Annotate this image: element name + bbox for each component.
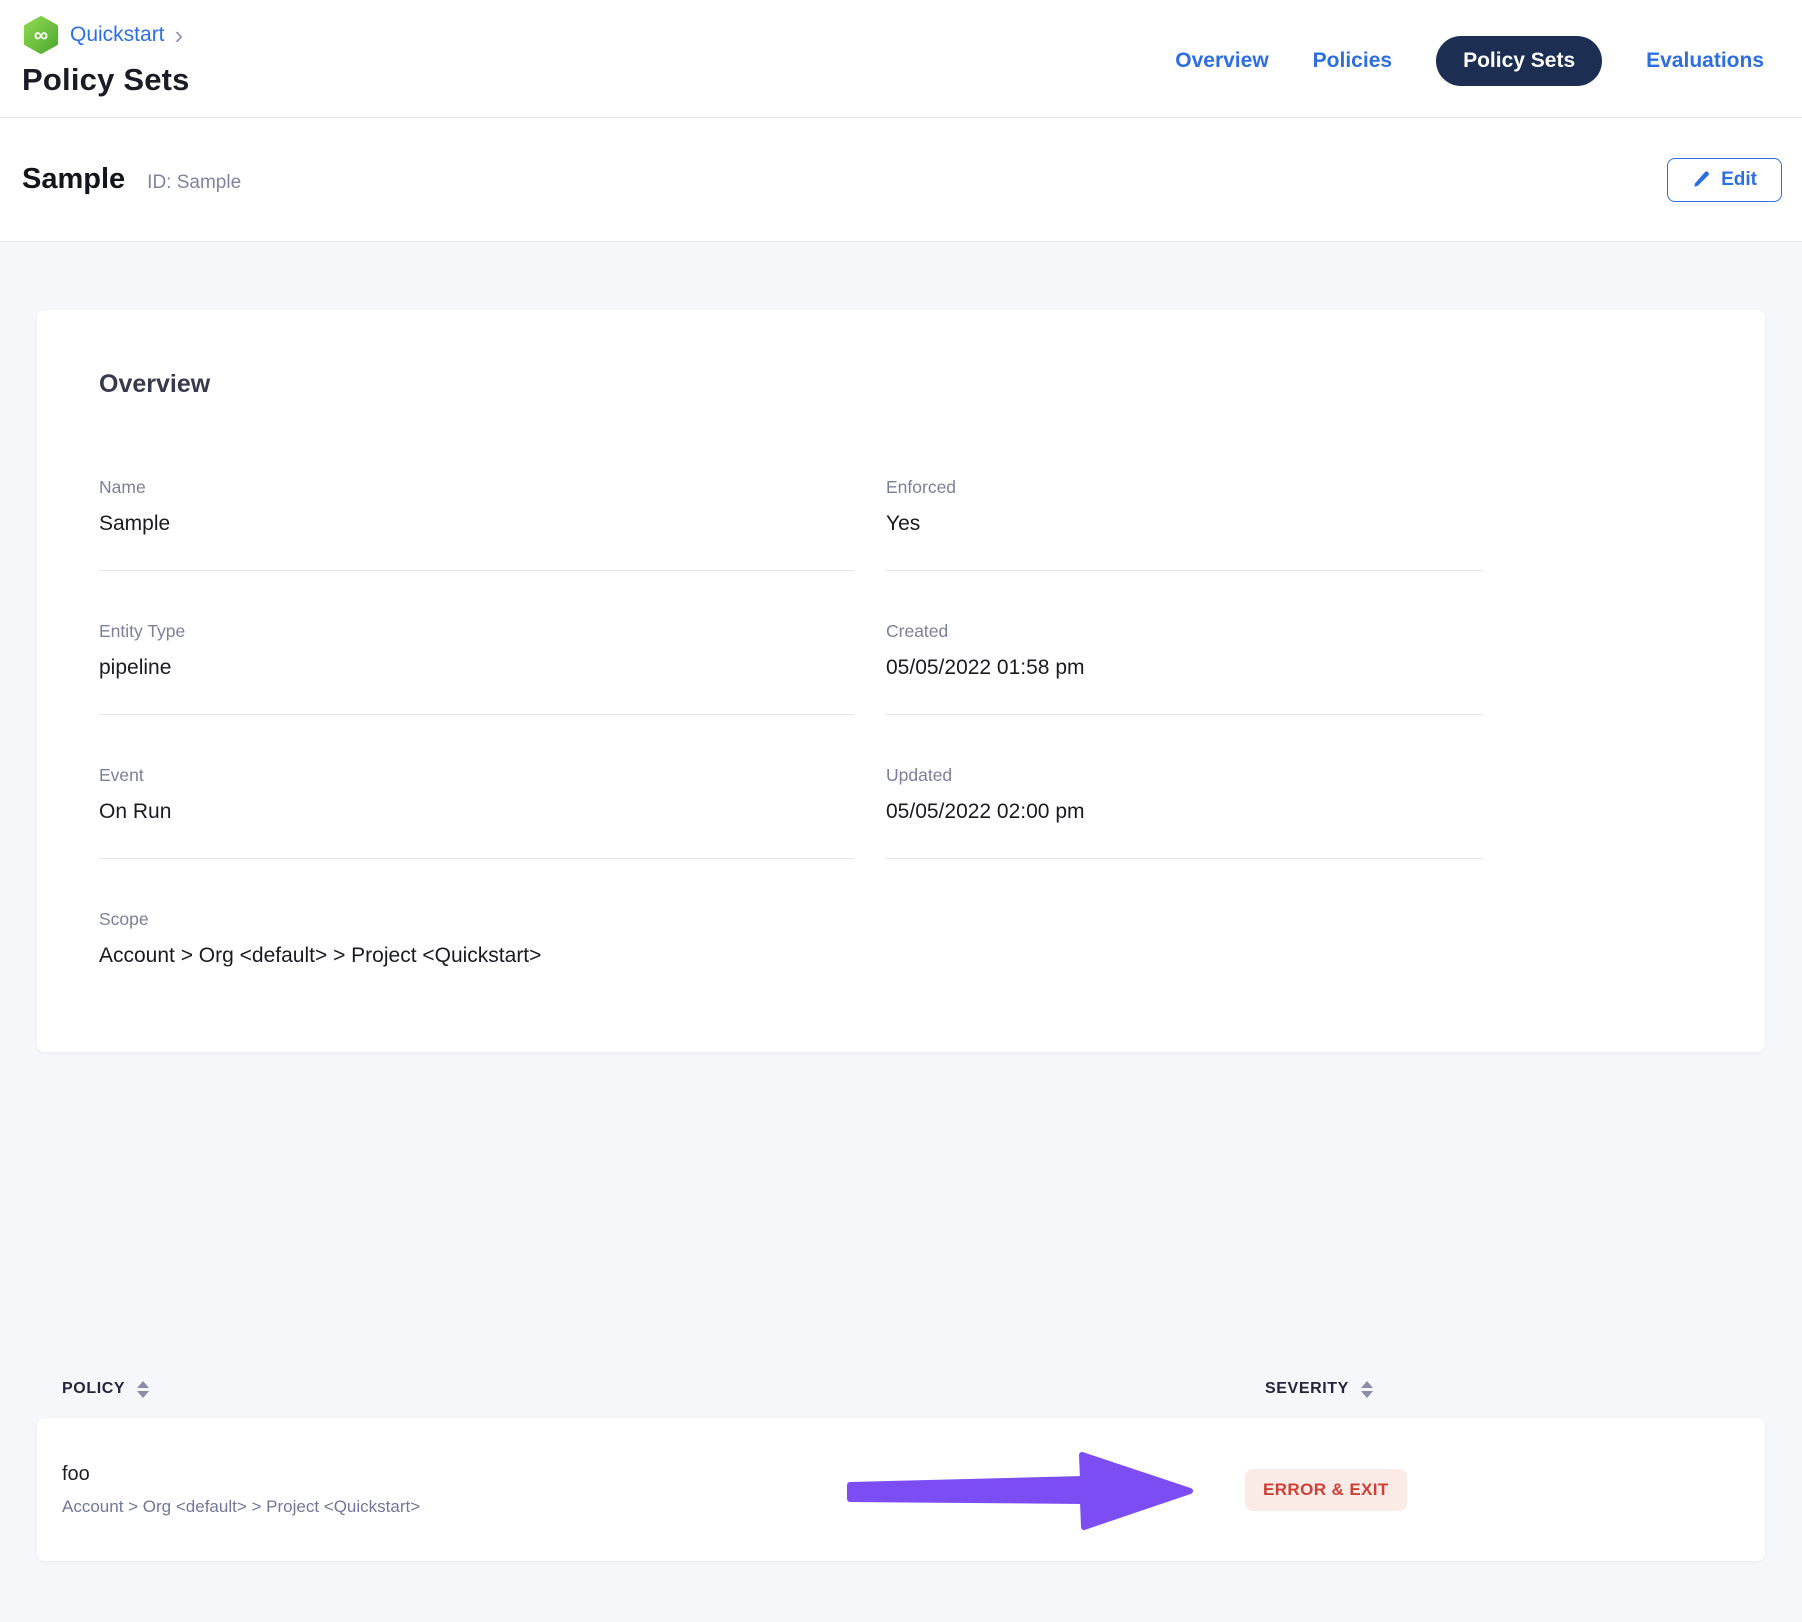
overview-fields: Name Sample Entity Type pipeline Event O… — [99, 477, 1703, 968]
overview-left-column: Name Sample Entity Type pipeline Event O… — [99, 477, 854, 968]
pencil-icon — [1692, 170, 1711, 189]
field-label: Enforced — [886, 477, 1482, 498]
policy-cell: foo Account > Org <default> > Project <Q… — [37, 1463, 1240, 1517]
entity-subheader: Sample ID: Sample Edit — [0, 118, 1802, 242]
policy-name: foo — [62, 1463, 1240, 1486]
field-value: pipeline — [99, 656, 854, 680]
project-hexagon-infinity-icon: ∞ — [22, 16, 60, 54]
field-updated: Updated 05/05/2022 02:00 pm — [886, 765, 1482, 859]
breadcrumb-project-link[interactable]: Quickstart — [70, 23, 165, 47]
field-value: Account > Org <default> > Project <Quick… — [99, 944, 854, 968]
field-value: Yes — [886, 512, 1482, 536]
column-header-policy[interactable]: POLICY — [37, 1380, 1240, 1398]
field-created: Created 05/05/2022 01:58 pm — [886, 621, 1482, 715]
edit-button-label: Edit — [1721, 169, 1757, 191]
policy-set-id: ID: Sample — [147, 172, 241, 194]
sort-up-down-icon[interactable] — [1361, 1381, 1373, 1398]
overview-right-column: Enforced Yes Created 05/05/2022 01:58 pm… — [886, 477, 1482, 968]
field-value: 05/05/2022 01:58 pm — [886, 656, 1482, 680]
chevron-right-icon: › — [175, 25, 184, 45]
header-left: ∞ Quickstart › Policy Sets — [22, 16, 190, 105]
tab-overview[interactable]: Overview — [1175, 49, 1268, 73]
policies-table: POLICY SEVERITY foo Account > Org <defau… — [37, 1370, 1765, 1561]
svg-text:∞: ∞ — [34, 25, 48, 47]
edit-button[interactable]: Edit — [1667, 158, 1782, 202]
column-header-label: POLICY — [62, 1380, 125, 1398]
field-label: Entity Type — [99, 621, 854, 642]
overview-section-title: Overview — [99, 370, 1703, 399]
top-header: ∞ Quickstart › Policy Sets Overview Poli… — [0, 0, 1802, 118]
column-header-severity[interactable]: SEVERITY — [1240, 1380, 1765, 1398]
field-label: Name — [99, 477, 854, 498]
field-event: Event On Run — [99, 765, 854, 859]
field-value: On Run — [99, 800, 854, 824]
policy-set-name: Sample — [22, 163, 125, 196]
table-row[interactable]: foo Account > Org <default> > Project <Q… — [37, 1418, 1765, 1561]
field-name: Name Sample — [99, 477, 854, 571]
severity-badge: ERROR & EXIT — [1245, 1469, 1407, 1511]
field-entity-type: Entity Type pipeline — [99, 621, 854, 715]
table-header-row: POLICY SEVERITY — [37, 1370, 1765, 1408]
overview-card: Overview Name Sample Entity Type pipelin… — [37, 310, 1765, 1052]
page-title: Policy Sets — [22, 62, 190, 98]
tab-policy-sets[interactable]: Policy Sets — [1436, 36, 1602, 86]
policy-scope: Account > Org <default> > Project <Quick… — [62, 1497, 1240, 1517]
nav-tabs: Overview Policies Policy Sets Evaluation… — [1175, 36, 1764, 86]
field-label: Created — [886, 621, 1482, 642]
field-value: 05/05/2022 02:00 pm — [886, 800, 1482, 824]
breadcrumb: ∞ Quickstart › — [22, 16, 190, 54]
field-enforced: Enforced Yes — [886, 477, 1482, 571]
field-label: Updated — [886, 765, 1482, 786]
field-label: Event — [99, 765, 854, 786]
tab-evaluations[interactable]: Evaluations — [1646, 49, 1764, 73]
field-value: Sample — [99, 512, 854, 536]
column-header-label: SEVERITY — [1265, 1380, 1349, 1398]
sort-up-down-icon[interactable] — [137, 1381, 149, 1398]
field-label: Scope — [99, 909, 854, 930]
tab-policies[interactable]: Policies — [1313, 49, 1392, 73]
field-scope: Scope Account > Org <default> > Project … — [99, 909, 854, 968]
